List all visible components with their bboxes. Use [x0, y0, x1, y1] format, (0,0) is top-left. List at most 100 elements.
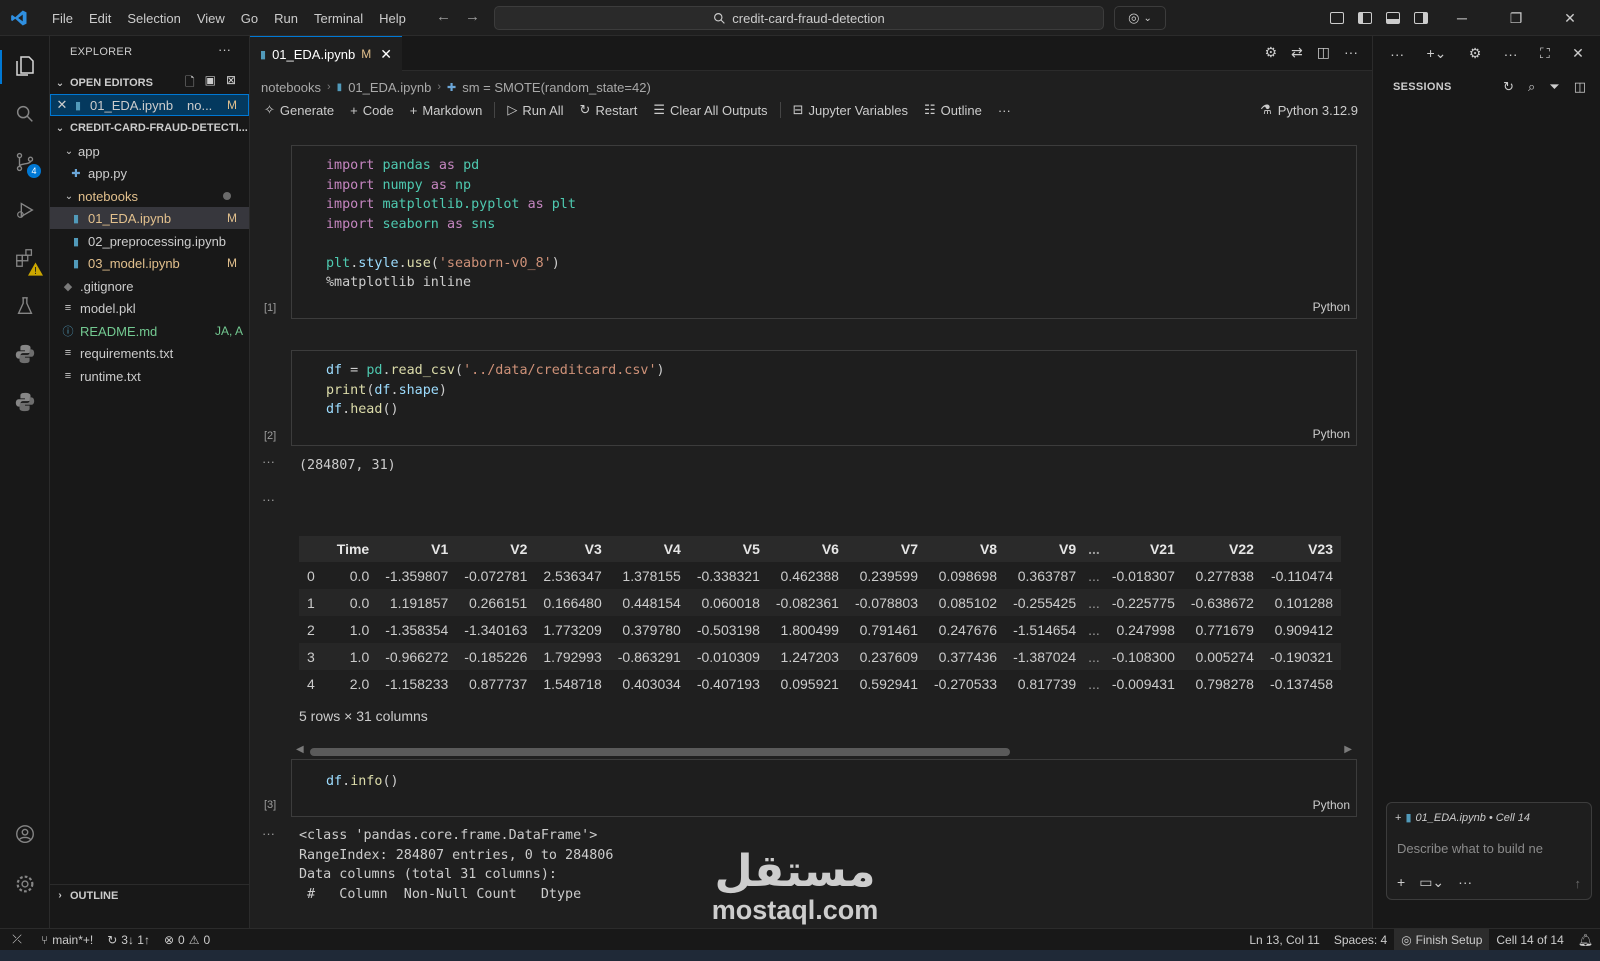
- tree-file-requirements[interactable]: ≡ requirements.txt: [50, 342, 249, 364]
- open-editor-item[interactable]: ✕ ▮ 01_EDA.ipynb no... M: [50, 94, 249, 116]
- toggle-secondary-sidebar-icon[interactable]: [1414, 12, 1428, 24]
- cursor-position[interactable]: Ln 13, Col 11: [1242, 929, 1327, 951]
- save-all-icon[interactable]: ▣: [205, 73, 216, 94]
- toggle-panel-icon[interactable]: [1386, 12, 1400, 24]
- code-cell[interactable]: df = pd.read_csv('../data/creditcard.csv…: [291, 350, 1357, 446]
- gear-icon[interactable]: ⚙: [1469, 45, 1482, 62]
- tree-file-01-eda[interactable]: ▮ 01_EDA.ipynb M: [50, 207, 249, 229]
- notifications-bell-icon[interactable]: 🔔︎: [1571, 929, 1600, 951]
- menu-selection[interactable]: Selection: [119, 11, 188, 26]
- cell-indicator[interactable]: Cell 14 of 14: [1489, 929, 1570, 951]
- chat-context-chip[interactable]: + ▮ 01_EDA.ipynb • Cell 14: [1395, 811, 1530, 825]
- indentation[interactable]: Spaces: 4: [1327, 929, 1394, 951]
- tree-file-gitignore[interactable]: ◆ .gitignore: [50, 275, 249, 297]
- gear-icon[interactable]: ⚙: [1264, 44, 1277, 61]
- extensions-icon[interactable]: !: [13, 246, 43, 276]
- close-all-icon[interactable]: ⊠: [226, 73, 236, 94]
- scroll-left-icon[interactable]: ◀: [296, 744, 304, 755]
- minimize-icon[interactable]: ─: [1442, 10, 1482, 26]
- compare-changes-icon[interactable]: ⇄: [1291, 44, 1303, 61]
- cell-source[interactable]: df.info(): [326, 772, 399, 792]
- tree-file-app-py[interactable]: ✚ app.py: [50, 162, 249, 184]
- breadcrumb-item[interactable]: notebooks: [261, 80, 321, 95]
- more-actions-icon[interactable]: ···: [1458, 874, 1472, 891]
- settings-gear-icon[interactable]: [13, 872, 37, 896]
- chat-placeholder[interactable]: Describe what to build ne: [1397, 841, 1587, 856]
- add-context-icon[interactable]: +: [1397, 874, 1405, 891]
- remote-indicator-icon[interactable]: ⤫: [0, 929, 34, 951]
- more-actions-icon[interactable]: ···: [1504, 46, 1518, 62]
- clear-outputs-button[interactable]: ☰ Clear All Outputs: [645, 102, 775, 118]
- new-chat-icon[interactable]: +⌄: [1426, 45, 1446, 62]
- branch-indicator[interactable]: ⑂ main*+!: [34, 929, 100, 951]
- close-tab-icon[interactable]: ✕: [380, 46, 392, 63]
- filter-icon[interactable]: ⏷: [1549, 79, 1559, 95]
- jupyter-variables-button[interactable]: ⊟ Jupyter Variables: [785, 102, 916, 118]
- run-all-button[interactable]: ▷ Run All: [499, 102, 571, 118]
- close-window-icon[interactable]: ✕: [1550, 10, 1590, 27]
- output-menu-icon[interactable]: ···: [262, 826, 275, 841]
- more-actions-icon[interactable]: ···: [990, 103, 1019, 118]
- output-horizontal-scrollbar[interactable]: ◀ ▶: [294, 744, 1354, 760]
- cell-source[interactable]: import pandas as pd import numpy as np i…: [326, 156, 576, 293]
- maximize-icon[interactable]: ⛶: [1540, 45, 1550, 62]
- outline-header[interactable]: › OUTLINE: [50, 884, 250, 906]
- code-cell[interactable]: import pandas as pd import numpy as np i…: [291, 145, 1357, 319]
- menu-view[interactable]: View: [189, 11, 233, 26]
- python-icon[interactable]: [13, 342, 37, 366]
- more-actions-icon[interactable]: ···: [1344, 44, 1358, 61]
- open-editors-header[interactable]: ⌄ OPEN EDITORS 🗋 ▣ ⊠: [50, 72, 250, 94]
- cell-language[interactable]: Python: [1313, 798, 1350, 812]
- cell-source[interactable]: df = pd.read_csv('../data/creditcard.csv…: [326, 361, 665, 420]
- command-center[interactable]: credit-card-fraud-detection: [494, 6, 1104, 30]
- customize-layout-icon[interactable]: [1330, 12, 1344, 24]
- menu-edit[interactable]: Edit: [81, 11, 119, 26]
- kernel-picker[interactable]: ⚗ Python 3.12.9: [1260, 98, 1358, 122]
- sync-indicator[interactable]: ↻ 3↓ 1↑: [100, 929, 157, 951]
- plus-icon[interactable]: +: [1395, 812, 1401, 824]
- testing-flask-icon[interactable]: [13, 294, 37, 318]
- new-untitled-file-icon[interactable]: 🗋: [185, 73, 195, 94]
- outline-button[interactable]: ☷ Outline: [916, 102, 990, 118]
- output-menu-icon[interactable]: ···: [262, 492, 275, 507]
- search-icon[interactable]: ⌕: [1528, 79, 1535, 95]
- finish-setup-button[interactable]: ◎ Finish Setup: [1394, 928, 1490, 951]
- tree-folder-notebooks[interactable]: ⌄ notebooks: [50, 185, 249, 207]
- tree-file-readme[interactable]: ⓘ README.md JA, A: [50, 320, 249, 342]
- forward-arrow-icon[interactable]: →: [465, 8, 480, 25]
- python-environments-icon[interactable]: [13, 390, 37, 414]
- search-icon[interactable]: [13, 102, 37, 126]
- run-debug-icon[interactable]: [13, 198, 37, 222]
- cell-language[interactable]: Python: [1313, 427, 1350, 441]
- more-actions-icon[interactable]: ···: [218, 42, 231, 57]
- scroll-right-icon[interactable]: ▶: [1344, 744, 1352, 755]
- back-arrow-icon[interactable]: ←: [436, 8, 451, 25]
- close-icon[interactable]: ✕: [1572, 45, 1584, 62]
- account-icon[interactable]: [13, 822, 37, 846]
- breadcrumb-item[interactable]: 01_EDA.ipynb: [348, 80, 431, 95]
- output-menu-icon[interactable]: ···: [262, 454, 275, 469]
- generate-button[interactable]: ✧ Generate: [256, 102, 342, 118]
- source-control-icon[interactable]: 4: [13, 150, 41, 178]
- tree-folder-app[interactable]: ⌄ app: [50, 140, 249, 162]
- menu-run[interactable]: Run: [266, 11, 306, 26]
- cell-language[interactable]: Python: [1313, 300, 1350, 314]
- refresh-icon[interactable]: ↻: [1503, 79, 1514, 95]
- restart-button[interactable]: ↻ Restart: [572, 102, 646, 118]
- workspace-header[interactable]: ⌄ CREDIT-CARD-FRAUD-DETECTI...: [50, 117, 250, 139]
- layout-icon[interactable]: ◫: [1574, 79, 1586, 95]
- tree-file-03-model[interactable]: ▮ 03_model.ipynb M: [50, 252, 249, 274]
- menu-file[interactable]: File: [44, 11, 81, 26]
- restore-icon[interactable]: ❐: [1496, 10, 1536, 27]
- copilot-button[interactable]: ◎ ⌄: [1114, 6, 1166, 30]
- code-cell[interactable]: df.info() Python: [291, 759, 1357, 817]
- toggle-primary-sidebar-icon[interactable]: [1358, 12, 1372, 24]
- close-icon[interactable]: ✕: [50, 97, 70, 113]
- agent-mode-icon[interactable]: ▭⌄: [1419, 874, 1444, 891]
- more-actions-icon[interactable]: ···: [1390, 46, 1404, 62]
- tab-01-eda[interactable]: ▮ 01_EDA.ipynb M ✕: [250, 36, 402, 71]
- send-icon[interactable]: ↑: [1575, 876, 1582, 891]
- add-markdown-button[interactable]: + Markdown: [402, 103, 491, 118]
- scrollbar-thumb[interactable]: [310, 748, 1010, 756]
- tree-file-model-pkl[interactable]: ≡ model.pkl: [50, 297, 249, 319]
